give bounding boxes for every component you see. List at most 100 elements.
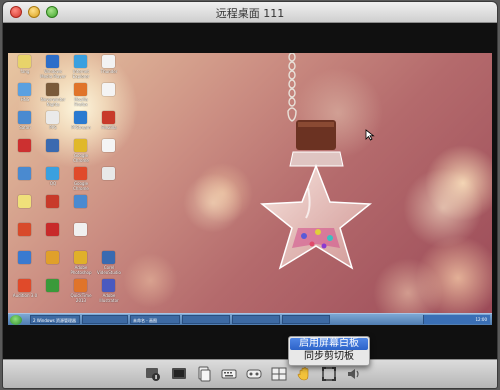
controller-icon[interactable] [246,366,262,382]
app-icon [74,83,87,96]
app-icon [102,167,115,180]
remote-desktop-window: 远程桌面 111 fang Windows Media Player Inter… [3,2,497,388]
app-icon [46,139,59,152]
app-icon [18,167,31,180]
desktop-icon[interactable]: QQ [39,167,67,193]
desktop-icon[interactable]: FileZilla [95,111,123,137]
desktop-icon[interactable] [95,83,123,109]
app-icon [18,223,31,236]
desktop-icon[interactable] [95,139,123,165]
desktop-icon[interactable]: Adobe Photoshop CS4 [67,251,95,277]
app-icon [18,111,31,124]
desktop-icon[interactable] [95,167,123,193]
desktop-icon[interactable]: Thunder [95,55,123,81]
app-icon [74,195,87,208]
star-bottle-image [259,120,373,270]
copy-icon[interactable] [196,366,212,382]
desktop-icon[interactable]: Audition 3.0 [11,279,39,301]
hand-icon[interactable] [296,366,312,382]
desktop-icon[interactable]: Corel VideoStudio [95,251,123,277]
app-icon [18,195,31,208]
app-icon [46,251,59,264]
desktop-icon[interactable]: Adobe Illustrator [95,279,123,303]
taskbar-item[interactable]: 2 Windows 资源管理器 [30,315,80,324]
app-icon [74,139,87,152]
desktop-icon-grid: fang Windows Media Player Internet Explo… [11,55,123,303]
speaker-icon[interactable] [346,366,362,382]
app-icon [18,251,31,264]
app-icon [46,223,59,236]
app-icon [102,251,115,264]
app-icon [46,167,59,180]
app-icon [46,55,59,68]
tray-clock: 12:00 [475,317,487,322]
app-icon [102,139,115,152]
taskbar-item[interactable] [282,315,330,324]
windows-taskbar: 2 Windows 资源管理器 未命名 - 画图 12:00 [8,313,492,325]
desktop-icon[interactable] [39,195,67,221]
desktop-icon[interactable] [11,167,39,193]
app-icon [18,83,31,96]
start-button[interactable] [10,315,22,325]
menu-item-sync-clipboard[interactable]: 同步剪切板 [290,351,368,363]
taskbar-item[interactable]: 未命名 - 画图 [130,315,180,324]
taskbar-item[interactable] [182,315,230,324]
title-bar[interactable]: 远程桌面 111 [3,2,497,23]
app-icon [102,83,115,96]
desktop-icon[interactable] [11,251,39,277]
desktop-icon[interactable] [39,223,67,249]
app-icon [46,195,59,208]
app-icon [74,111,87,124]
desktop-icon[interactable] [11,139,39,165]
desktop-icon[interactable]: Safari [11,111,39,137]
menu-item-enable-whiteboard[interactable]: 启用屏幕白板 [290,338,368,350]
app-icon [74,55,87,68]
info-icon[interactable] [145,366,161,382]
desktop-icon[interactable]: Internet Explorer [67,55,95,81]
desktop-icon[interactable] [67,195,95,221]
app-icon [102,279,115,292]
desktop-icon[interactable]: QuickTime 2013 [67,279,95,303]
app-icon [18,139,31,152]
desktop-icon[interactable] [67,223,95,249]
window-title: 远程桌面 111 [215,7,285,20]
app-icon [102,55,115,68]
app-icon [46,279,59,292]
app-icon [74,223,87,236]
remote-screen[interactable]: fang Windows Media Player Internet Explo… [8,53,492,325]
app-icon [46,111,59,124]
bokeh-light [123,253,178,308]
bottom-toolbar [3,359,497,388]
system-tray: 12:00 [423,315,490,324]
grid-icon[interactable] [271,366,287,382]
desktop-icon[interactable]: fang [11,55,39,81]
desktop-icon[interactable]: Google Chrome [67,167,95,193]
app-icon [74,251,87,264]
bokeh-light [183,173,243,233]
taskbar-item[interactable] [82,315,128,324]
desktop-icon[interactable] [11,195,39,221]
taskbar-item[interactable] [232,315,280,324]
context-menu: 启用屏幕白板 同步剪切板 [288,336,370,366]
app-icon [74,167,87,180]
desktop-icon[interactable]: Neverwinter Nights [39,83,67,109]
keyboard-icon[interactable] [221,366,237,382]
desktop-icon[interactable]: HNS [11,83,39,109]
desktop-icon[interactable] [11,223,39,249]
app-icon [46,83,59,96]
desktop-icon[interactable]: Mozilla Firefox [67,83,95,109]
mouse-cursor [365,129,375,141]
desktop-icon[interactable] [39,251,67,277]
desktop-icon[interactable] [39,279,67,301]
screen-icon[interactable] [171,366,187,382]
desktop-icon[interactable]: PPStream [67,111,95,137]
desktop-icon[interactable]: PPS [39,111,67,137]
desktop-icon[interactable]: Windows Media Player [39,55,67,81]
app-icon [74,279,87,292]
desktop-icon[interactable] [39,139,67,165]
bokeh-light [403,168,483,248]
app-icon [18,279,31,292]
app-icon [18,55,31,68]
desktop-icon[interactable]: Google Chrome [67,139,95,165]
fullscreen-icon[interactable] [321,366,337,382]
